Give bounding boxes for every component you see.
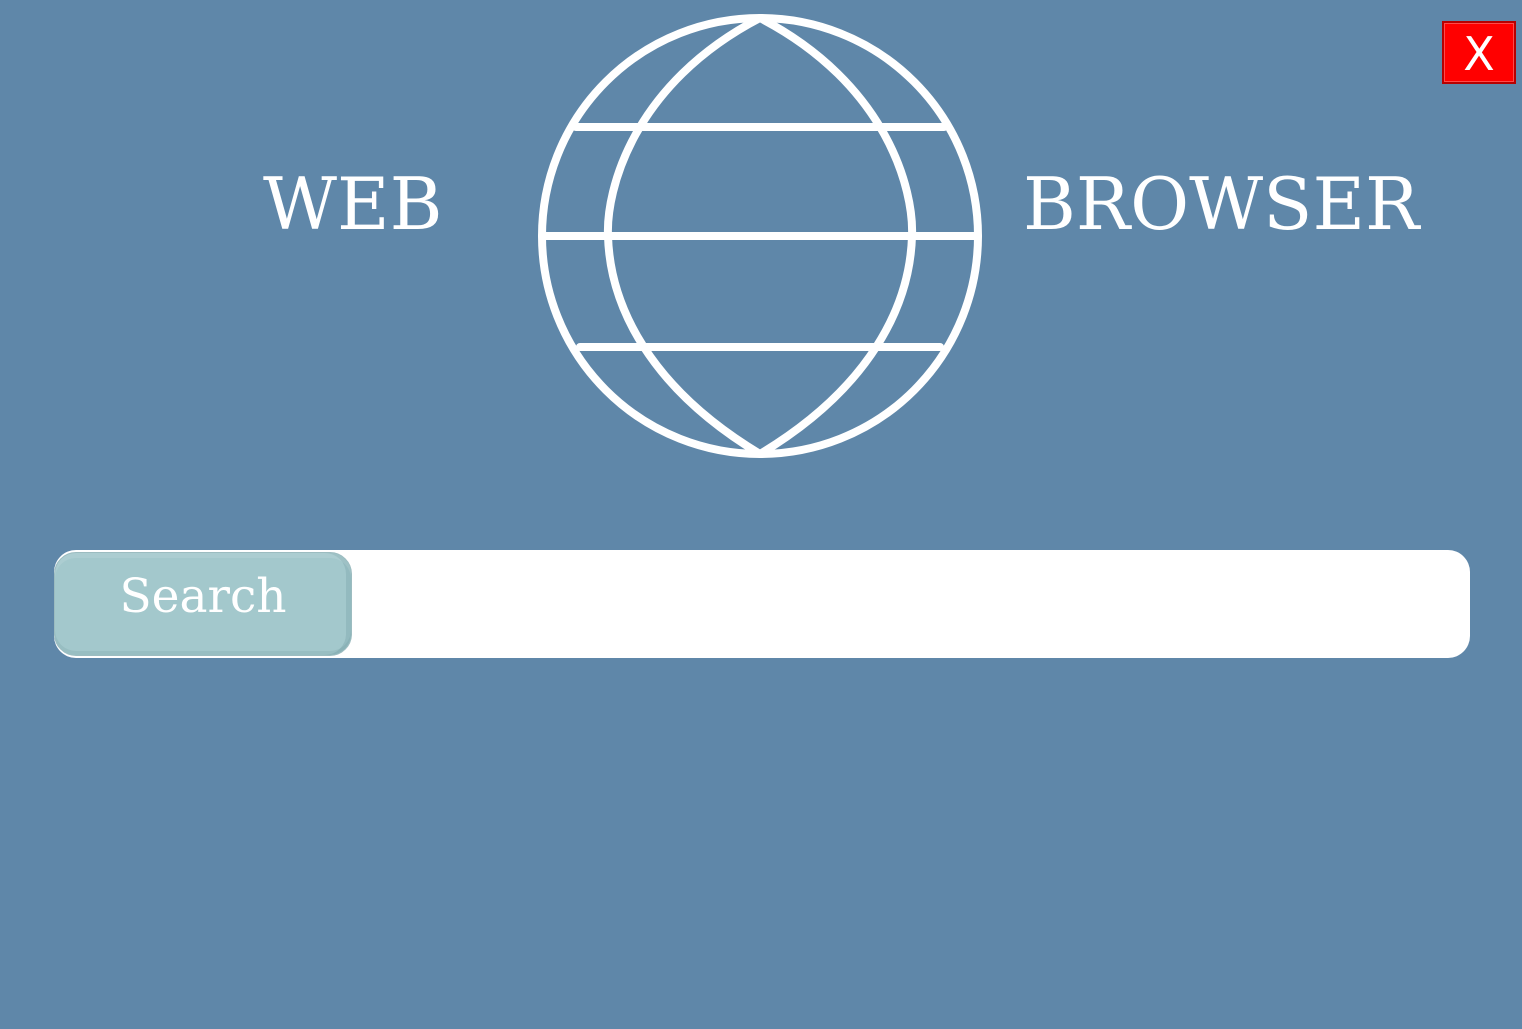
search-button[interactable]: Search <box>54 552 352 656</box>
close-button[interactable]: X <box>1442 21 1516 84</box>
search-bar: Search <box>54 550 1470 658</box>
close-icon: X <box>1463 26 1495 81</box>
web-browser-window: X WEB BROWSER Search <box>0 0 1522 1029</box>
brand-web-text: WEB <box>263 162 443 246</box>
globe-icon <box>538 14 982 458</box>
brand-browser-text: BROWSER <box>1023 162 1420 246</box>
search-button-label: Search <box>119 568 287 624</box>
search-input[interactable] <box>354 550 1470 658</box>
